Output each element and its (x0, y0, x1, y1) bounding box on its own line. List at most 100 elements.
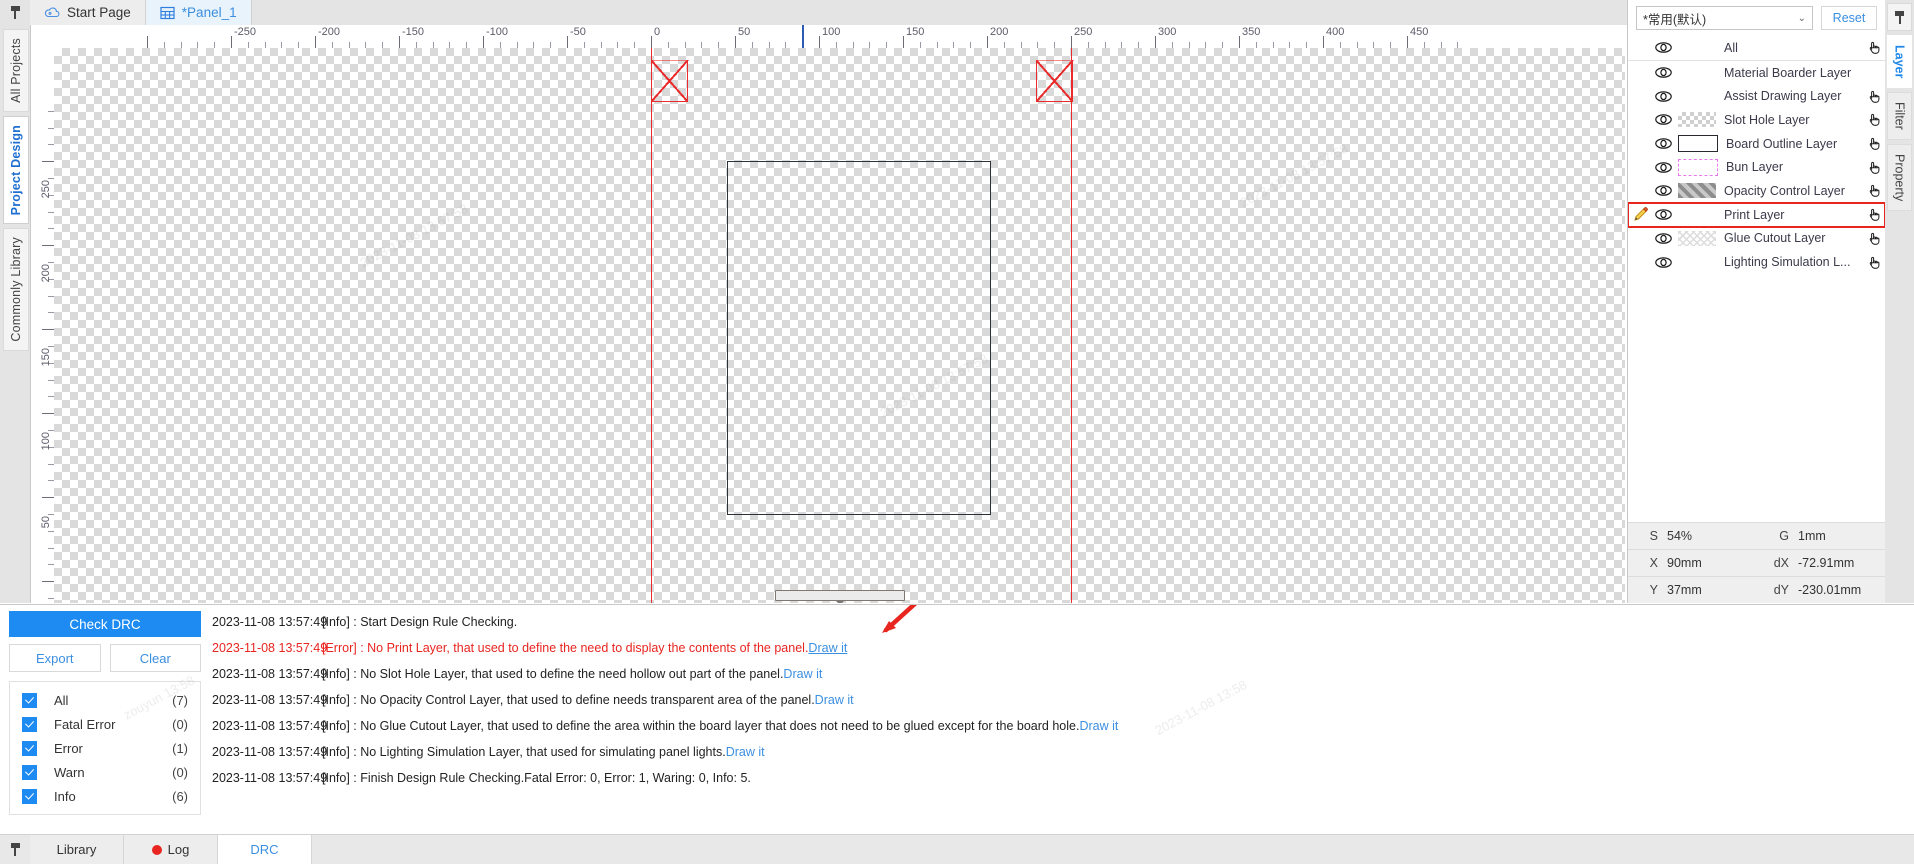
right-dock-tab-label: Property (1892, 154, 1907, 202)
drc-filter-fatal-error[interactable]: Fatal Error (0) (10, 712, 200, 736)
canvas-area[interactable]: -250 -200 -150 -100 -50 0 50 100 150 200 250 300 350… (31, 25, 1625, 603)
right-dock-pin-button[interactable] (1887, 3, 1912, 31)
draw-it-link[interactable]: Draw it (808, 641, 847, 655)
right-dock-tab-layer[interactable]: Layer (1887, 35, 1912, 89)
layer-reset-button[interactable]: Reset (1821, 6, 1877, 30)
checkbox[interactable] (22, 764, 37, 780)
hand-pointer-icon[interactable] (1863, 255, 1885, 270)
layer-color-swatch[interactable] (1678, 183, 1716, 199)
marker-x-left[interactable] (650, 59, 689, 102)
hand-pointer-icon[interactable] (1863, 40, 1885, 55)
bottom-dock-pin-button[interactable] (0, 835, 30, 864)
draw-it-link[interactable]: Draw it (815, 693, 854, 707)
design-board[interactable]: 2023-11-08 13:57:58 2023-11-08 13:57:58 … (54, 48, 1625, 603)
vertical-ruler[interactable]: 250 200 150 100 50 (31, 48, 55, 603)
canvas-splitter-handle[interactable] (774, 590, 905, 603)
layer-row-assist-drawing-layer[interactable]: Assist Drawing Layer (1628, 84, 1885, 108)
log-row: 2023-11-08 13:57:49 [Info] : No Opacity C… (212, 687, 1914, 713)
left-dock-pin-button[interactable] (0, 0, 30, 25)
layer-name-label: All (1724, 40, 1738, 55)
layer-row-material-boarder-layer[interactable]: Material Boarder Layer (1628, 61, 1885, 85)
right-dock-tab-property[interactable]: Property (1887, 144, 1912, 212)
bottom-tab-library[interactable]: Library (30, 835, 124, 864)
layer-color-swatch[interactable] (1678, 112, 1716, 128)
layer-row-glue-cutout-layer[interactable]: Glue Cutout Layer (1628, 227, 1885, 251)
marker-x-right[interactable] (1035, 59, 1074, 102)
eye-icon[interactable] (1652, 256, 1674, 268)
doc-tab-start-page[interactable]: Start Page (30, 0, 146, 25)
eye-icon[interactable] (1652, 138, 1674, 149)
drc-filter-count: (7) (172, 692, 188, 708)
draw-it-link[interactable]: Draw it (1079, 719, 1118, 733)
layer-row-print-layer[interactable]: Print Layer (1628, 201, 1885, 228)
guide-line-left (651, 48, 652, 603)
layer-row-opacity-control-layer[interactable]: Opacity Control Layer (1628, 179, 1885, 203)
drc-filter-all[interactable]: All (7) (10, 688, 200, 712)
hand-pointer-icon[interactable] (1863, 183, 1885, 198)
drc-panel: Check DRC Export Clear All (7) Fatal Error… (0, 604, 1914, 864)
check-drc-button[interactable]: Check DRC (9, 611, 201, 637)
hand-pointer-icon[interactable] (1863, 207, 1885, 222)
drc-filter-count: (0) (172, 716, 188, 732)
layer-row-slot-hole-layer[interactable]: Slot Hole Layer (1628, 108, 1885, 132)
hand-pointer-icon[interactable] (1863, 89, 1885, 104)
hand-pointer-icon[interactable] (1863, 136, 1885, 151)
layer-row-lighting-simulation-l[interactable]: Lighting Simulation L... (1628, 250, 1885, 274)
draw-it-link[interactable]: Draw it (726, 745, 765, 759)
bottom-tab-log[interactable]: Log (124, 835, 218, 864)
layer-color-swatch[interactable] (1678, 158, 1718, 176)
ruler-label: 150 (906, 26, 925, 38)
layer-color-swatch[interactable] (1678, 89, 1716, 104)
bottom-tab-label: Library (56, 842, 97, 857)
layer-color-swatch[interactable] (1678, 135, 1718, 153)
hand-pointer-icon[interactable] (1863, 160, 1885, 175)
right-dock-tab-filter[interactable]: Filter (1887, 92, 1912, 141)
layer-name-label: Board Outline Layer (1726, 136, 1838, 151)
eye-icon[interactable] (1652, 185, 1674, 197)
hand-pointer-icon[interactable] (1863, 112, 1885, 127)
drc-filter-error[interactable]: Error (1) (10, 736, 200, 760)
left-dock-tab-project-design[interactable]: Project Design (3, 115, 29, 225)
bottom-tab-drc[interactable]: DRC (218, 835, 312, 864)
drc-filter-warn[interactable]: Warn (0) (10, 760, 200, 784)
layer-preset-select[interactable]: *常用(默认) ⌄ (1636, 6, 1813, 30)
log-timestamp: 2023-11-08 13:57:49 (212, 641, 328, 655)
eye-icon[interactable] (1652, 161, 1674, 173)
drc-log-list[interactable]: 2023-11-08 13:57:49 [Info] : Start Design… (212, 605, 1914, 828)
ruler-corner (31, 25, 55, 49)
eye-icon[interactable] (1652, 90, 1674, 102)
left-dock-tab-all-projects[interactable]: All Projects (3, 29, 29, 112)
layer-name-label: Lighting Simulation L... (1724, 255, 1851, 270)
doc-tab-panel-1[interactable]: *Panel_1 (145, 0, 252, 25)
draw-it-link[interactable]: Draw it (783, 667, 822, 681)
eye-icon[interactable] (1652, 114, 1674, 126)
board-outline-rect[interactable] (727, 161, 991, 515)
checkbox[interactable] (22, 740, 37, 756)
layer-row-all[interactable]: All (1628, 36, 1885, 61)
checkbox[interactable] (22, 716, 37, 732)
pencil-icon[interactable] (1632, 206, 1649, 226)
eye-icon[interactable] (1652, 67, 1674, 78)
layer-list[interactable]: All Material Boarder Layer Assist Drawing … (1628, 36, 1885, 492)
ruler-tick (147, 36, 148, 48)
left-dock-tab-commonly-library[interactable]: Commonly Library (3, 228, 29, 351)
horizontal-ruler[interactable]: -250 -200 -150 -100 -50 0 50 100 150 200 250 300 350… (54, 25, 1625, 49)
drc-filter-info[interactable]: Info (6) (10, 784, 200, 808)
checkbox[interactable] (22, 692, 37, 708)
layer-color-swatch[interactable] (1678, 230, 1716, 246)
layer-row-board-outline-layer[interactable]: Board Outline Layer (1628, 132, 1885, 156)
checkbox[interactable] (22, 788, 37, 804)
hand-pointer-icon[interactable] (1863, 231, 1885, 246)
ruler-label: 300 (1158, 26, 1177, 38)
layer-row-bun-layer[interactable]: Bun Layer (1628, 155, 1885, 179)
layer-color-swatch[interactable] (1678, 65, 1716, 80)
eye-icon[interactable] (1652, 42, 1674, 54)
layer-color-swatch[interactable] (1678, 207, 1716, 222)
eye-icon[interactable] (1652, 233, 1674, 244)
eye-icon[interactable] (1652, 209, 1674, 220)
layer-color-swatch[interactable] (1678, 255, 1716, 270)
layer-preset-value: *常用(默认) (1643, 12, 1707, 27)
clear-button[interactable]: Clear (109, 644, 201, 672)
export-button[interactable]: Export (9, 644, 101, 672)
layer-color-swatch[interactable] (1678, 40, 1716, 55)
